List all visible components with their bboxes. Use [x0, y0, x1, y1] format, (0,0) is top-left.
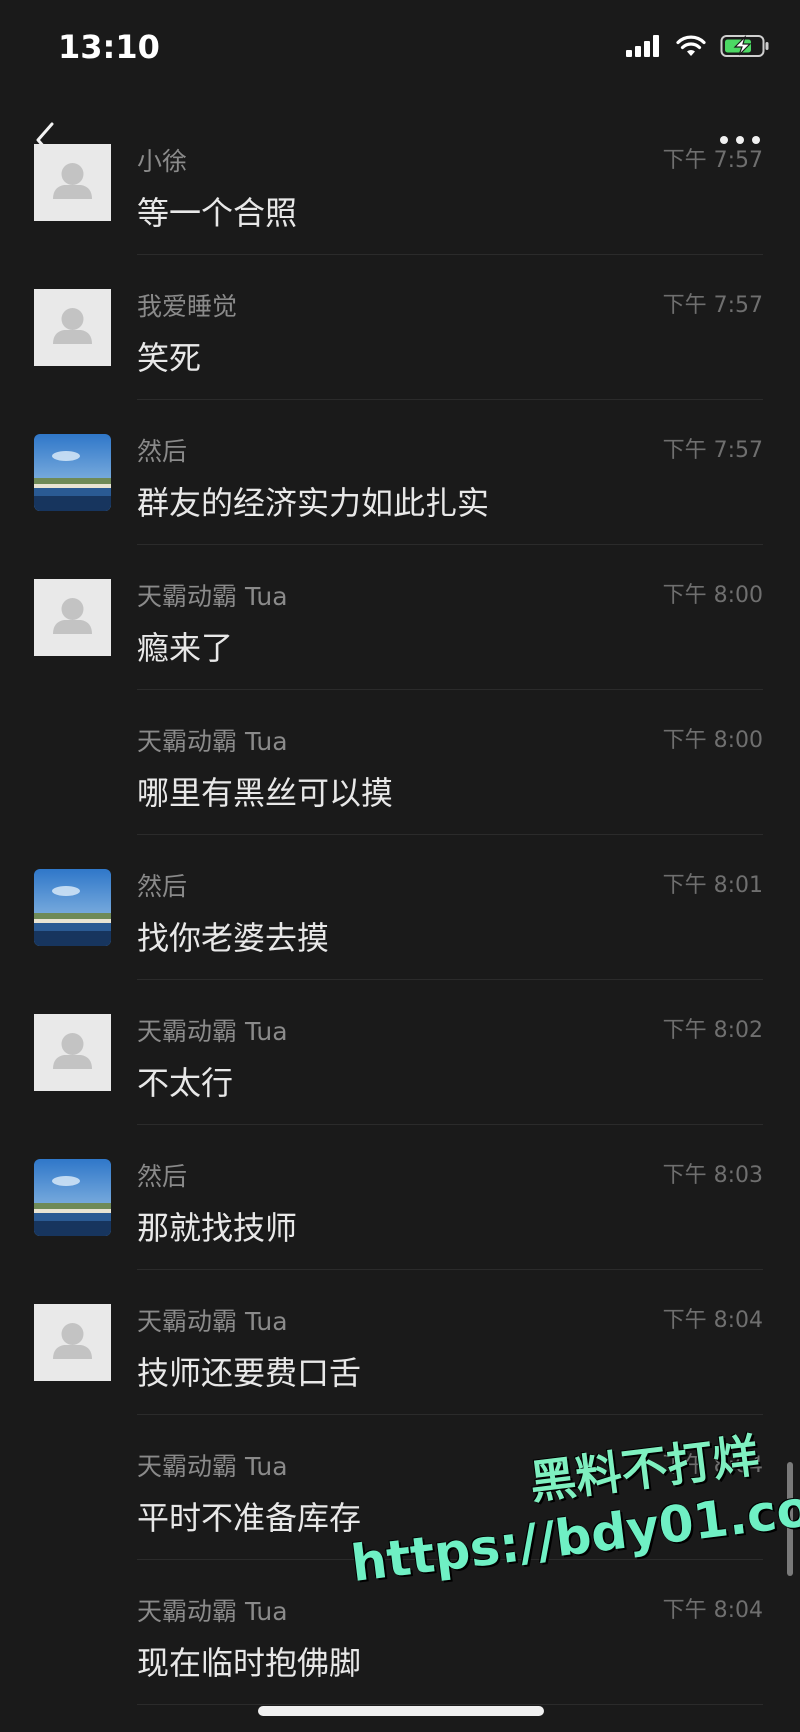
chat-message-row[interactable]: 小徐 下午 7:57 等一个合照	[0, 110, 800, 255]
chat-message-row[interactable]: 然后 下午 8:01 找你老婆去摸	[0, 835, 800, 980]
chat-message-row[interactable]: 天霸动霸 Tua 下午 8:00 哪里有黑丝可以摸	[0, 690, 800, 835]
chat-message-row[interactable]: 然后 下午 7:57 群友的经济实力如此扎实	[0, 400, 800, 545]
home-indicator[interactable]	[258, 1706, 544, 1716]
message-text[interactable]: 那就找技师	[137, 1203, 297, 1249]
sender-name: 天霸动霸 Tua	[137, 1452, 288, 1481]
message-time: 下午 7:57	[662, 293, 763, 318]
wifi-icon	[676, 35, 706, 56]
chat-message-row[interactable]: 我爱睡觉 下午 7:57 笑死	[0, 255, 800, 400]
message-time: 下午 8:01	[662, 873, 763, 898]
chat-message-row[interactable]: 天霸动霸 Tua 下午 8:02 不太行	[0, 980, 800, 1125]
message-time: 下午 8:04	[662, 1598, 763, 1623]
battery-charging-icon	[720, 34, 769, 57]
sender-name: 然后	[137, 437, 188, 466]
status-icons	[626, 34, 770, 58]
status-time: 13:10	[58, 28, 160, 66]
message-text[interactable]: 群友的经济实力如此扎实	[137, 478, 489, 524]
message-text[interactable]: 平时不准备库存	[137, 1493, 361, 1539]
chat-message-row[interactable]: 然后 下午 8:03 那就找技师	[0, 1125, 800, 1270]
sender-name: 天霸动霸 Tua	[137, 1597, 288, 1626]
sender-name: 小徐	[137, 147, 188, 176]
avatar-default[interactable]	[34, 1014, 111, 1091]
message-text[interactable]: 瘾来了	[137, 623, 233, 669]
row-divider	[137, 1704, 763, 1705]
message-time: 下午 8:03	[662, 1163, 763, 1188]
sender-name: 天霸动霸 Tua	[137, 1307, 288, 1336]
chat-message-row[interactable]: 天霸动霸 Tua 下午 8:04 技师还要费口舌	[0, 1270, 800, 1415]
sender-name: 天霸动霸 Tua	[137, 1017, 288, 1046]
sender-name: 然后	[137, 1162, 188, 1191]
avatar-default[interactable]	[34, 289, 111, 366]
avatar-photo[interactable]	[34, 1159, 111, 1236]
chat-message-row[interactable]: 天霸动霸 Tua 下午 8:00 瘾来了	[0, 545, 800, 690]
avatar-default[interactable]	[34, 144, 111, 221]
message-text[interactable]: 不太行	[137, 1058, 233, 1104]
avatar-default[interactable]	[34, 579, 111, 656]
avatar-photo[interactable]	[34, 869, 111, 946]
sender-name: 我爱睡觉	[137, 292, 238, 321]
sender-name: 天霸动霸 Tua	[137, 727, 288, 756]
message-time: 下午 8:04	[662, 1308, 763, 1333]
message-time: 下午 7:57	[662, 148, 763, 173]
message-text[interactable]: 找你老婆去摸	[137, 913, 329, 959]
message-text[interactable]: 技师还要费口舌	[137, 1348, 361, 1394]
message-time: 下午 8:02	[662, 1018, 763, 1043]
message-text[interactable]: 笑死	[137, 333, 201, 379]
message-text[interactable]: 现在临时抱佛脚	[137, 1638, 361, 1684]
message-time: 下午 8:00	[662, 583, 763, 608]
message-text[interactable]: 等一个合照	[137, 188, 297, 234]
status-bar: 13:10	[0, 0, 800, 100]
sender-name: 天霸动霸 Tua	[137, 582, 288, 611]
avatar-default[interactable]	[34, 1304, 111, 1381]
cellular-signal-icon	[626, 35, 659, 57]
avatar-photo[interactable]	[34, 434, 111, 511]
sender-name: 然后	[137, 872, 188, 901]
message-text[interactable]: 哪里有黑丝可以摸	[137, 768, 393, 814]
message-time: 下午 8:00	[662, 728, 763, 753]
message-time: 下午 7:57	[662, 438, 763, 463]
